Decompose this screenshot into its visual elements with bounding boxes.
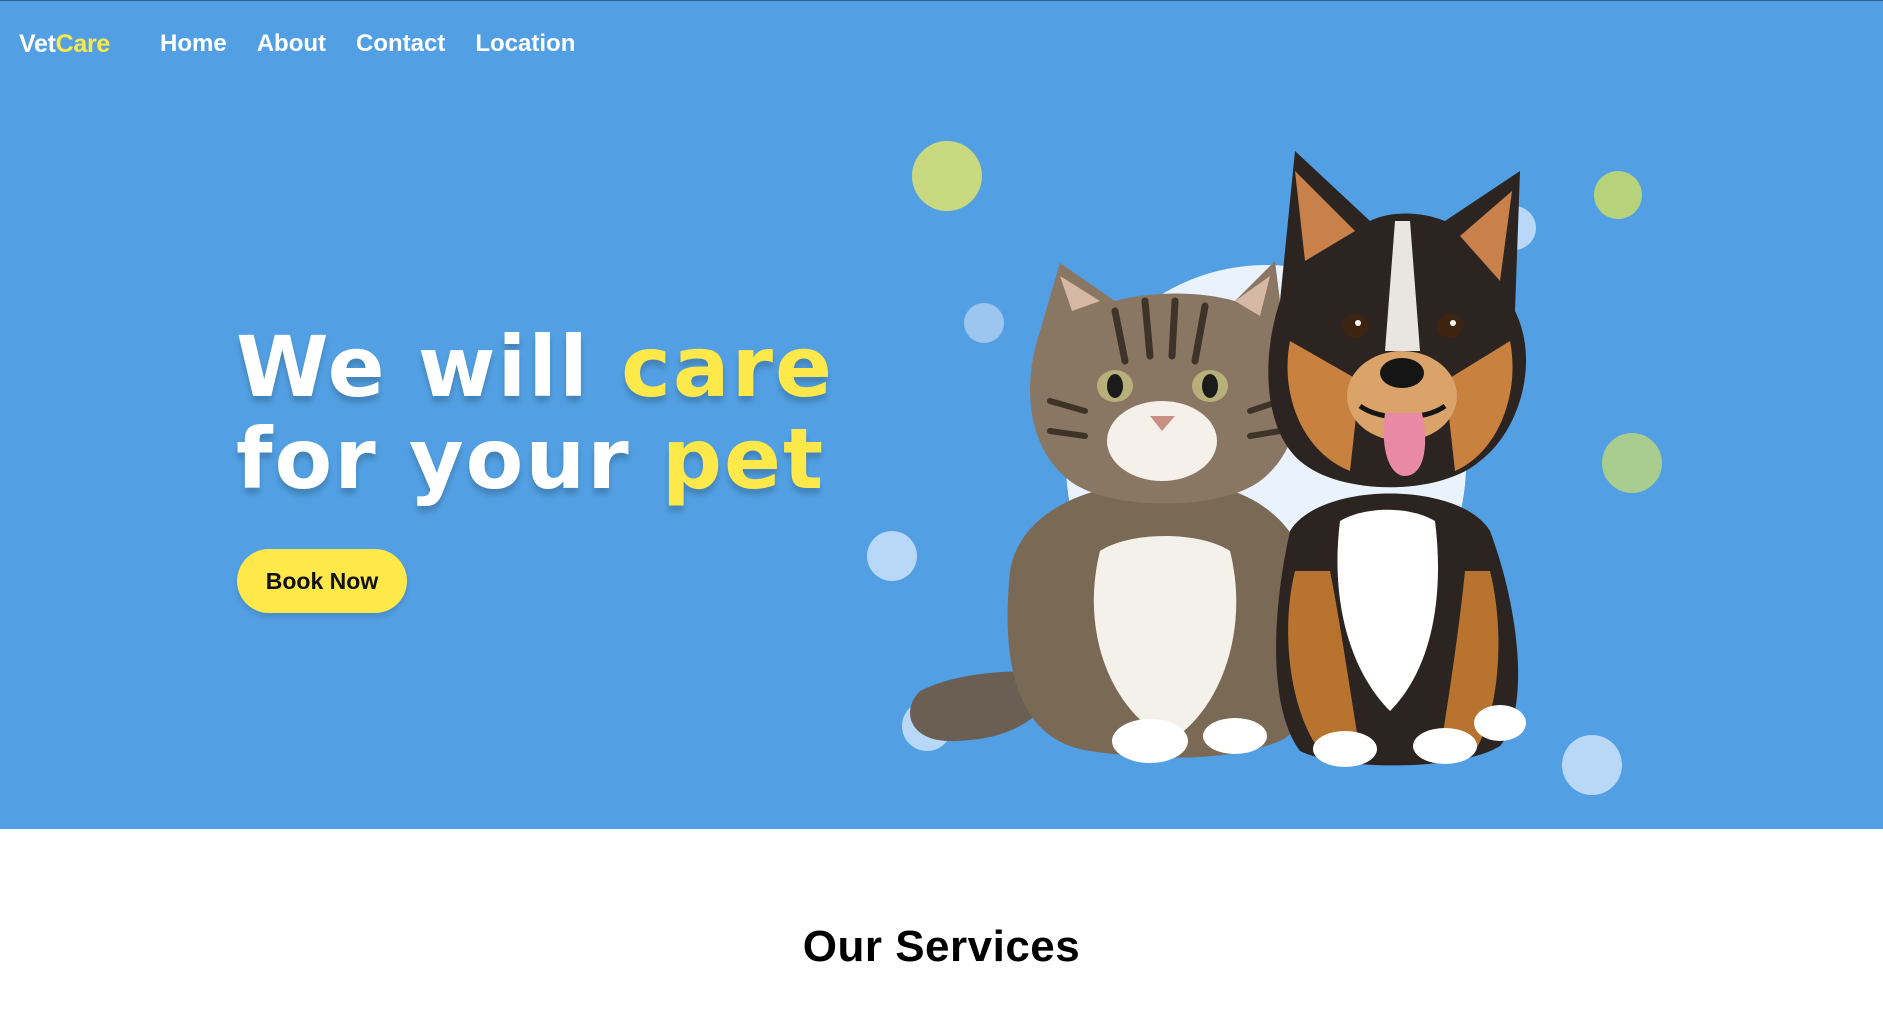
nav-link-location[interactable]: Location — [475, 30, 575, 58]
top-nav: VetCare Home About Contact Location — [19, 27, 605, 61]
logo-text-care: Care — [55, 29, 111, 58]
headline-line2-start: for your — [236, 410, 662, 508]
logo-text-vet: Vet — [19, 29, 56, 58]
headline-word-care: care — [621, 318, 834, 416]
nav-link-contact[interactable]: Contact — [356, 30, 445, 58]
hero-section: VetCare Home About Contact Location We w… — [0, 0, 1883, 829]
book-now-button[interactable]: Book Now — [237, 549, 407, 613]
kitten-image — [910, 261, 1316, 763]
services-heading: Our Services — [802, 922, 1081, 971]
headline-line1-start: We will — [236, 318, 622, 416]
hero-headline: We will care for your pet — [236, 321, 834, 505]
pets-illustration — [910, 151, 1527, 767]
puppy-image — [1268, 151, 1527, 767]
headline-word-pet: pet — [661, 410, 826, 508]
logo[interactable]: VetCare — [19, 30, 110, 59]
nav-link-home[interactable]: Home — [160, 30, 227, 58]
nav-link-about[interactable]: About — [257, 30, 326, 58]
